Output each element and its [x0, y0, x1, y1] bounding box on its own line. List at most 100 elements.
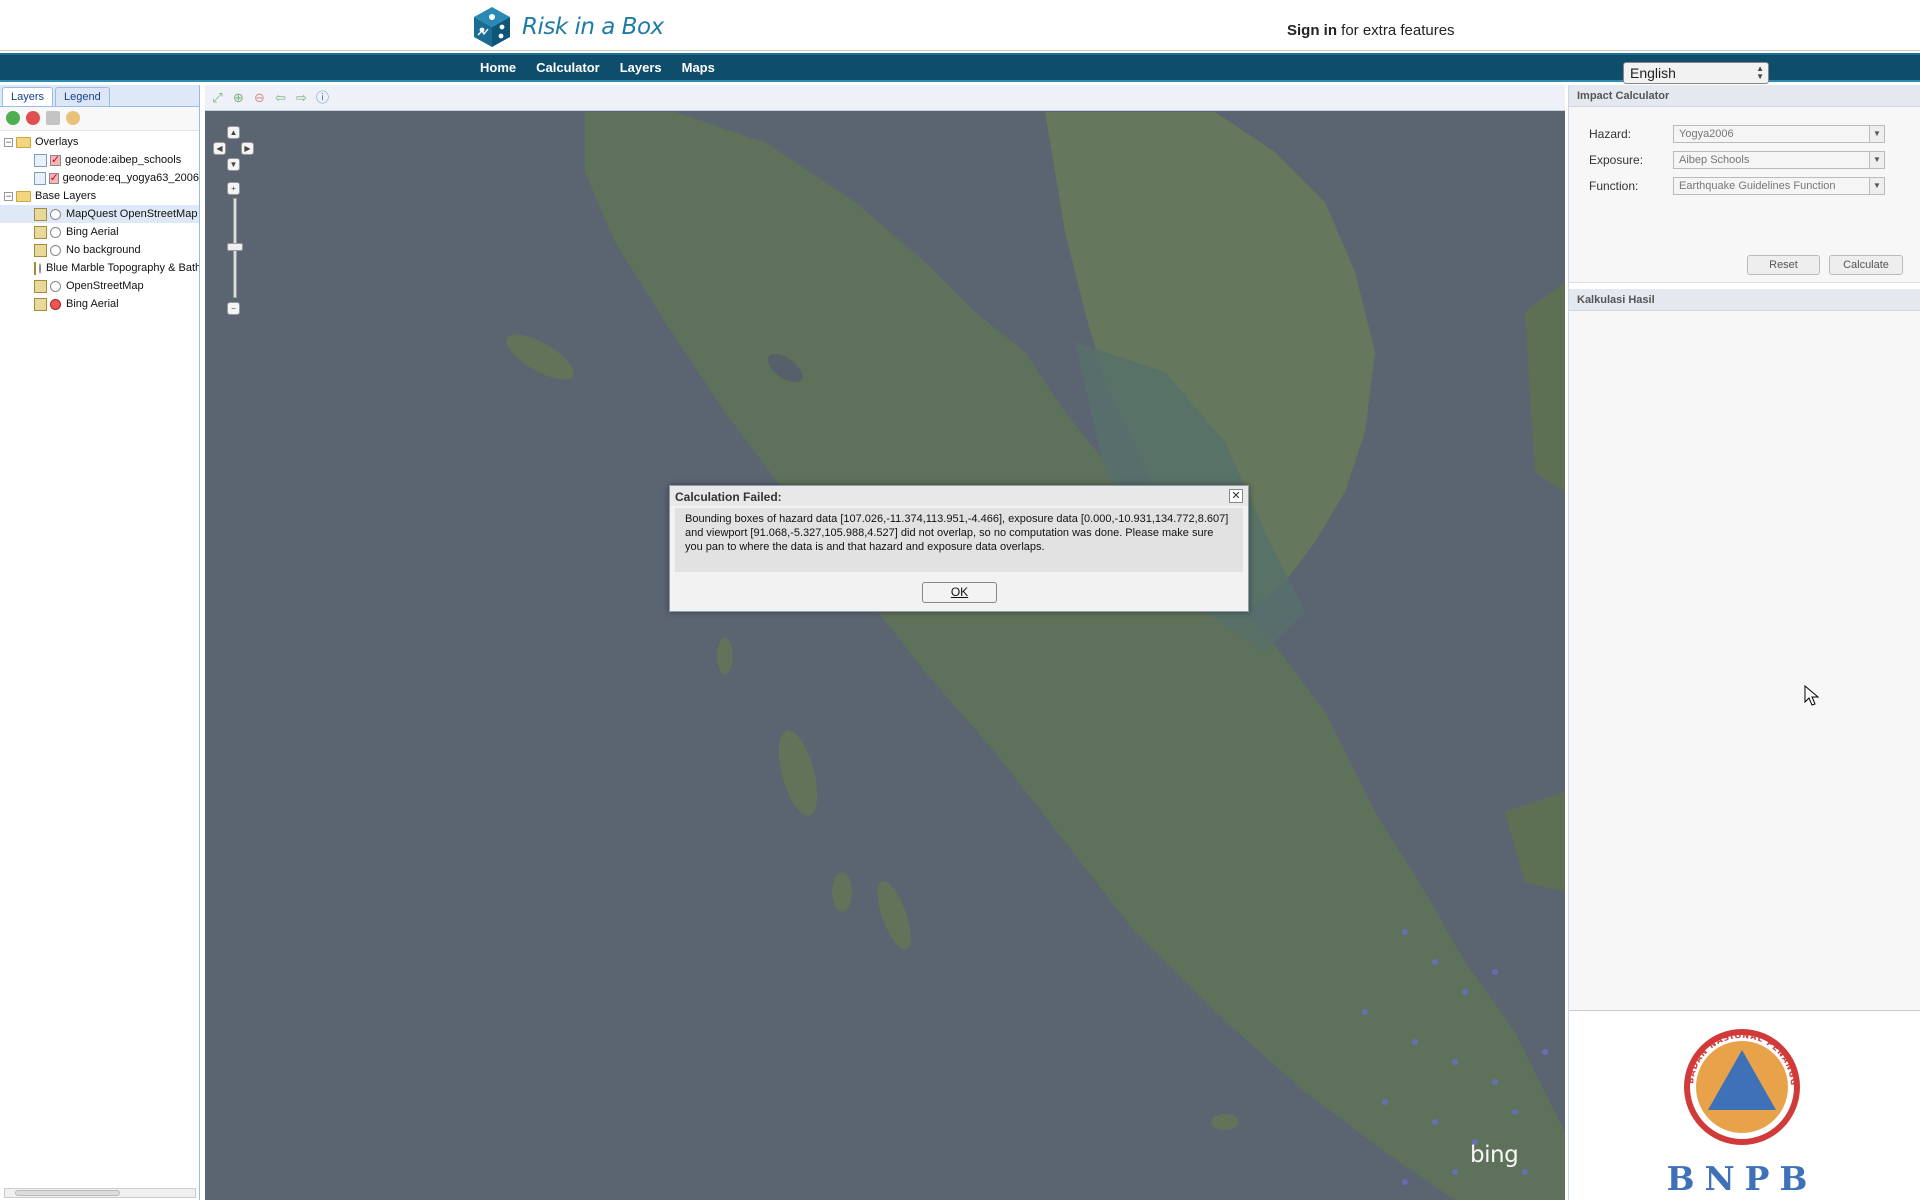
base-layer-row[interactable]: No background [0, 241, 199, 259]
base-layer-radio-selected[interactable] [50, 298, 61, 310]
result-title: Kalkulasi Hasil [1569, 289, 1920, 311]
bnpb-logo: BADAN NASIONAL PENANGGULANGAN BENCANA BN… [1565, 1013, 1920, 1200]
function-label: Function: [1589, 179, 1639, 193]
tab-layers[interactable]: Layers [2, 87, 54, 106]
reset-button[interactable]: Reset [1747, 255, 1820, 275]
close-icon[interactable]: ✕ [1229, 489, 1243, 503]
main-navbar: Home Calculator Layers Maps English ▲ ▼ [0, 53, 1920, 84]
calculate-button[interactable]: Calculate [1829, 255, 1903, 275]
horizontal-scrollbar[interactable] [4, 1188, 196, 1198]
language-select[interactable]: English ▲ ▼ [1623, 62, 1769, 84]
layer-row[interactable]: geonode:eq_yogya63_2006 [0, 169, 199, 187]
chevron-down-icon[interactable]: ▼ [1869, 152, 1884, 168]
exposure-select[interactable]: Aibep Schools ▼ [1673, 151, 1885, 169]
hazard-select[interactable]: Yogya2006 ▼ [1673, 125, 1885, 143]
exposure-value: Aibep Schools [1679, 154, 1750, 166]
hazard-label: Hazard: [1589, 127, 1632, 141]
raster-layer-icon [34, 297, 47, 311]
mouse-cursor-icon [1804, 685, 1820, 706]
chevron-down-icon[interactable]: ▼ [1869, 178, 1884, 194]
layer-tree: − Overlays geonode:aibep_schools geonode… [0, 131, 199, 313]
vector-layer-icon [34, 153, 47, 167]
base-layer-radio[interactable] [50, 208, 61, 220]
layer-checkbox[interactable] [50, 153, 61, 166]
raster-layer-icon [34, 207, 47, 221]
logo-text: Risk in a Box [522, 14, 664, 40]
folder-icon [16, 136, 31, 148]
result-section: Kalkulasi Hasil [1569, 289, 1920, 1011]
layer-label: geonode:aibep_schools [65, 154, 182, 166]
remove-layer-icon[interactable] [26, 111, 40, 125]
tab-legend[interactable]: Legend [55, 87, 110, 106]
add-layer-icon[interactable] [6, 111, 20, 125]
sign-in-hint: for extra features [1337, 22, 1455, 39]
impact-calculator-panel: Impact Calculator Hazard: Yogya2006 ▼ Ex… [1565, 85, 1920, 1200]
nav-home[interactable]: Home [480, 60, 516, 75]
pan-left-icon[interactable]: ◀ [213, 142, 226, 155]
base-layer-row[interactable]: Bing Aerial [0, 223, 199, 241]
base-layer-radio[interactable] [50, 280, 61, 292]
collapse-icon[interactable]: − [4, 191, 13, 201]
overlays-folder[interactable]: − Overlays [0, 133, 199, 151]
map-canvas[interactable]: ▲ ◀ ▶ ▼ + − bing [205, 112, 1565, 1200]
logo[interactable]: Risk in a Box [470, 4, 664, 50]
base-layer-label: Blue Marble Topography & Bathymetry [46, 262, 199, 274]
base-layer-row[interactable]: Blue Marble Topography & Bathymetry [0, 259, 199, 277]
base-layers-folder[interactable]: − Base Layers [0, 187, 199, 205]
chevron-down-icon[interactable]: ▼ [1869, 126, 1884, 142]
function-select[interactable]: Earthquake Guidelines Function ▼ [1673, 177, 1885, 195]
language-value: English [1630, 65, 1676, 81]
base-layer-label: OpenStreetMap [66, 280, 144, 292]
select-arrows-icon: ▲ ▼ [1756, 64, 1764, 81]
previous-view-icon[interactable]: ⇦ [273, 90, 288, 105]
base-layer-radio[interactable] [50, 226, 61, 238]
scrollbar-thumb[interactable] [15, 1190, 120, 1196]
zoom-in-box-icon[interactable]: ⊕ [231, 90, 246, 105]
exposure-row: Exposure: Aibep Schools ▼ [1589, 151, 1885, 169]
raster-layer-icon [34, 225, 47, 239]
zoom-out-icon[interactable]: − [227, 302, 240, 315]
info-icon[interactable]: ⓘ [315, 90, 330, 105]
nav-layers[interactable]: Layers [620, 60, 662, 75]
layer-row[interactable]: geonode:aibep_schools [0, 151, 199, 169]
zoom-extent-icon[interactable]: ⤢ [210, 90, 225, 105]
exposure-label: Exposure: [1589, 153, 1644, 167]
layer-checkbox[interactable] [48, 171, 59, 184]
bing-attribution: bing [1470, 1142, 1519, 1168]
layer-toolbar [0, 107, 199, 131]
zoom-in-icon[interactable]: + [227, 182, 240, 195]
bnpb-seal-icon: BADAN NASIONAL PENANGGULANGAN BENCANA BN… [1565, 1013, 1818, 1198]
folder-icon [16, 190, 31, 202]
collapse-icon[interactable]: − [4, 137, 13, 147]
zoom-slider-thumb[interactable] [227, 243, 243, 251]
base-layer-row[interactable]: MapQuest OpenStreetMap [0, 205, 199, 223]
result-body [1569, 311, 1920, 1011]
calc-form: Hazard: Yogya2006 ▼ Exposure: Aibep Scho… [1569, 107, 1920, 283]
left-tabs: Layers Legend [0, 85, 199, 107]
layer-properties-icon[interactable] [46, 111, 60, 125]
bnpb-text: BNPB [1667, 1159, 1818, 1198]
layers-panel: Layers Legend − Overlays geonode:aibep_s… [0, 85, 200, 1200]
base-layer-row[interactable]: Bing Aerial [0, 295, 199, 313]
pan-down-icon[interactable]: ▼ [227, 158, 240, 171]
base-layer-row[interactable]: OpenStreetMap [0, 277, 199, 295]
nav-maps[interactable]: Maps [682, 60, 715, 75]
pan-right-icon[interactable]: ▶ [241, 142, 254, 155]
function-row: Function: Earthquake Guidelines Function… [1589, 177, 1885, 195]
zoom-out-box-icon[interactable]: ⊖ [252, 90, 267, 105]
sign-in-link[interactable]: Sign in for extra features [1287, 22, 1455, 39]
vector-layer-icon [34, 171, 46, 185]
sign-in-label[interactable]: Sign in [1287, 22, 1337, 39]
next-view-icon[interactable]: ⇨ [294, 90, 309, 105]
satellite-imagery [205, 112, 1565, 1200]
nav-calculator[interactable]: Calculator [536, 60, 600, 75]
dialog-title: Calculation Failed: [670, 486, 1248, 506]
base-layer-label: Bing Aerial [66, 298, 119, 310]
base-layer-radio[interactable] [50, 244, 61, 256]
raster-layer-icon [34, 261, 36, 275]
pan-up-icon[interactable]: ▲ [227, 126, 240, 139]
function-value: Earthquake Guidelines Function [1679, 180, 1836, 192]
ok-button[interactable]: OK [922, 582, 997, 603]
style-icon[interactable] [66, 111, 80, 125]
base-layer-radio[interactable] [39, 262, 41, 274]
